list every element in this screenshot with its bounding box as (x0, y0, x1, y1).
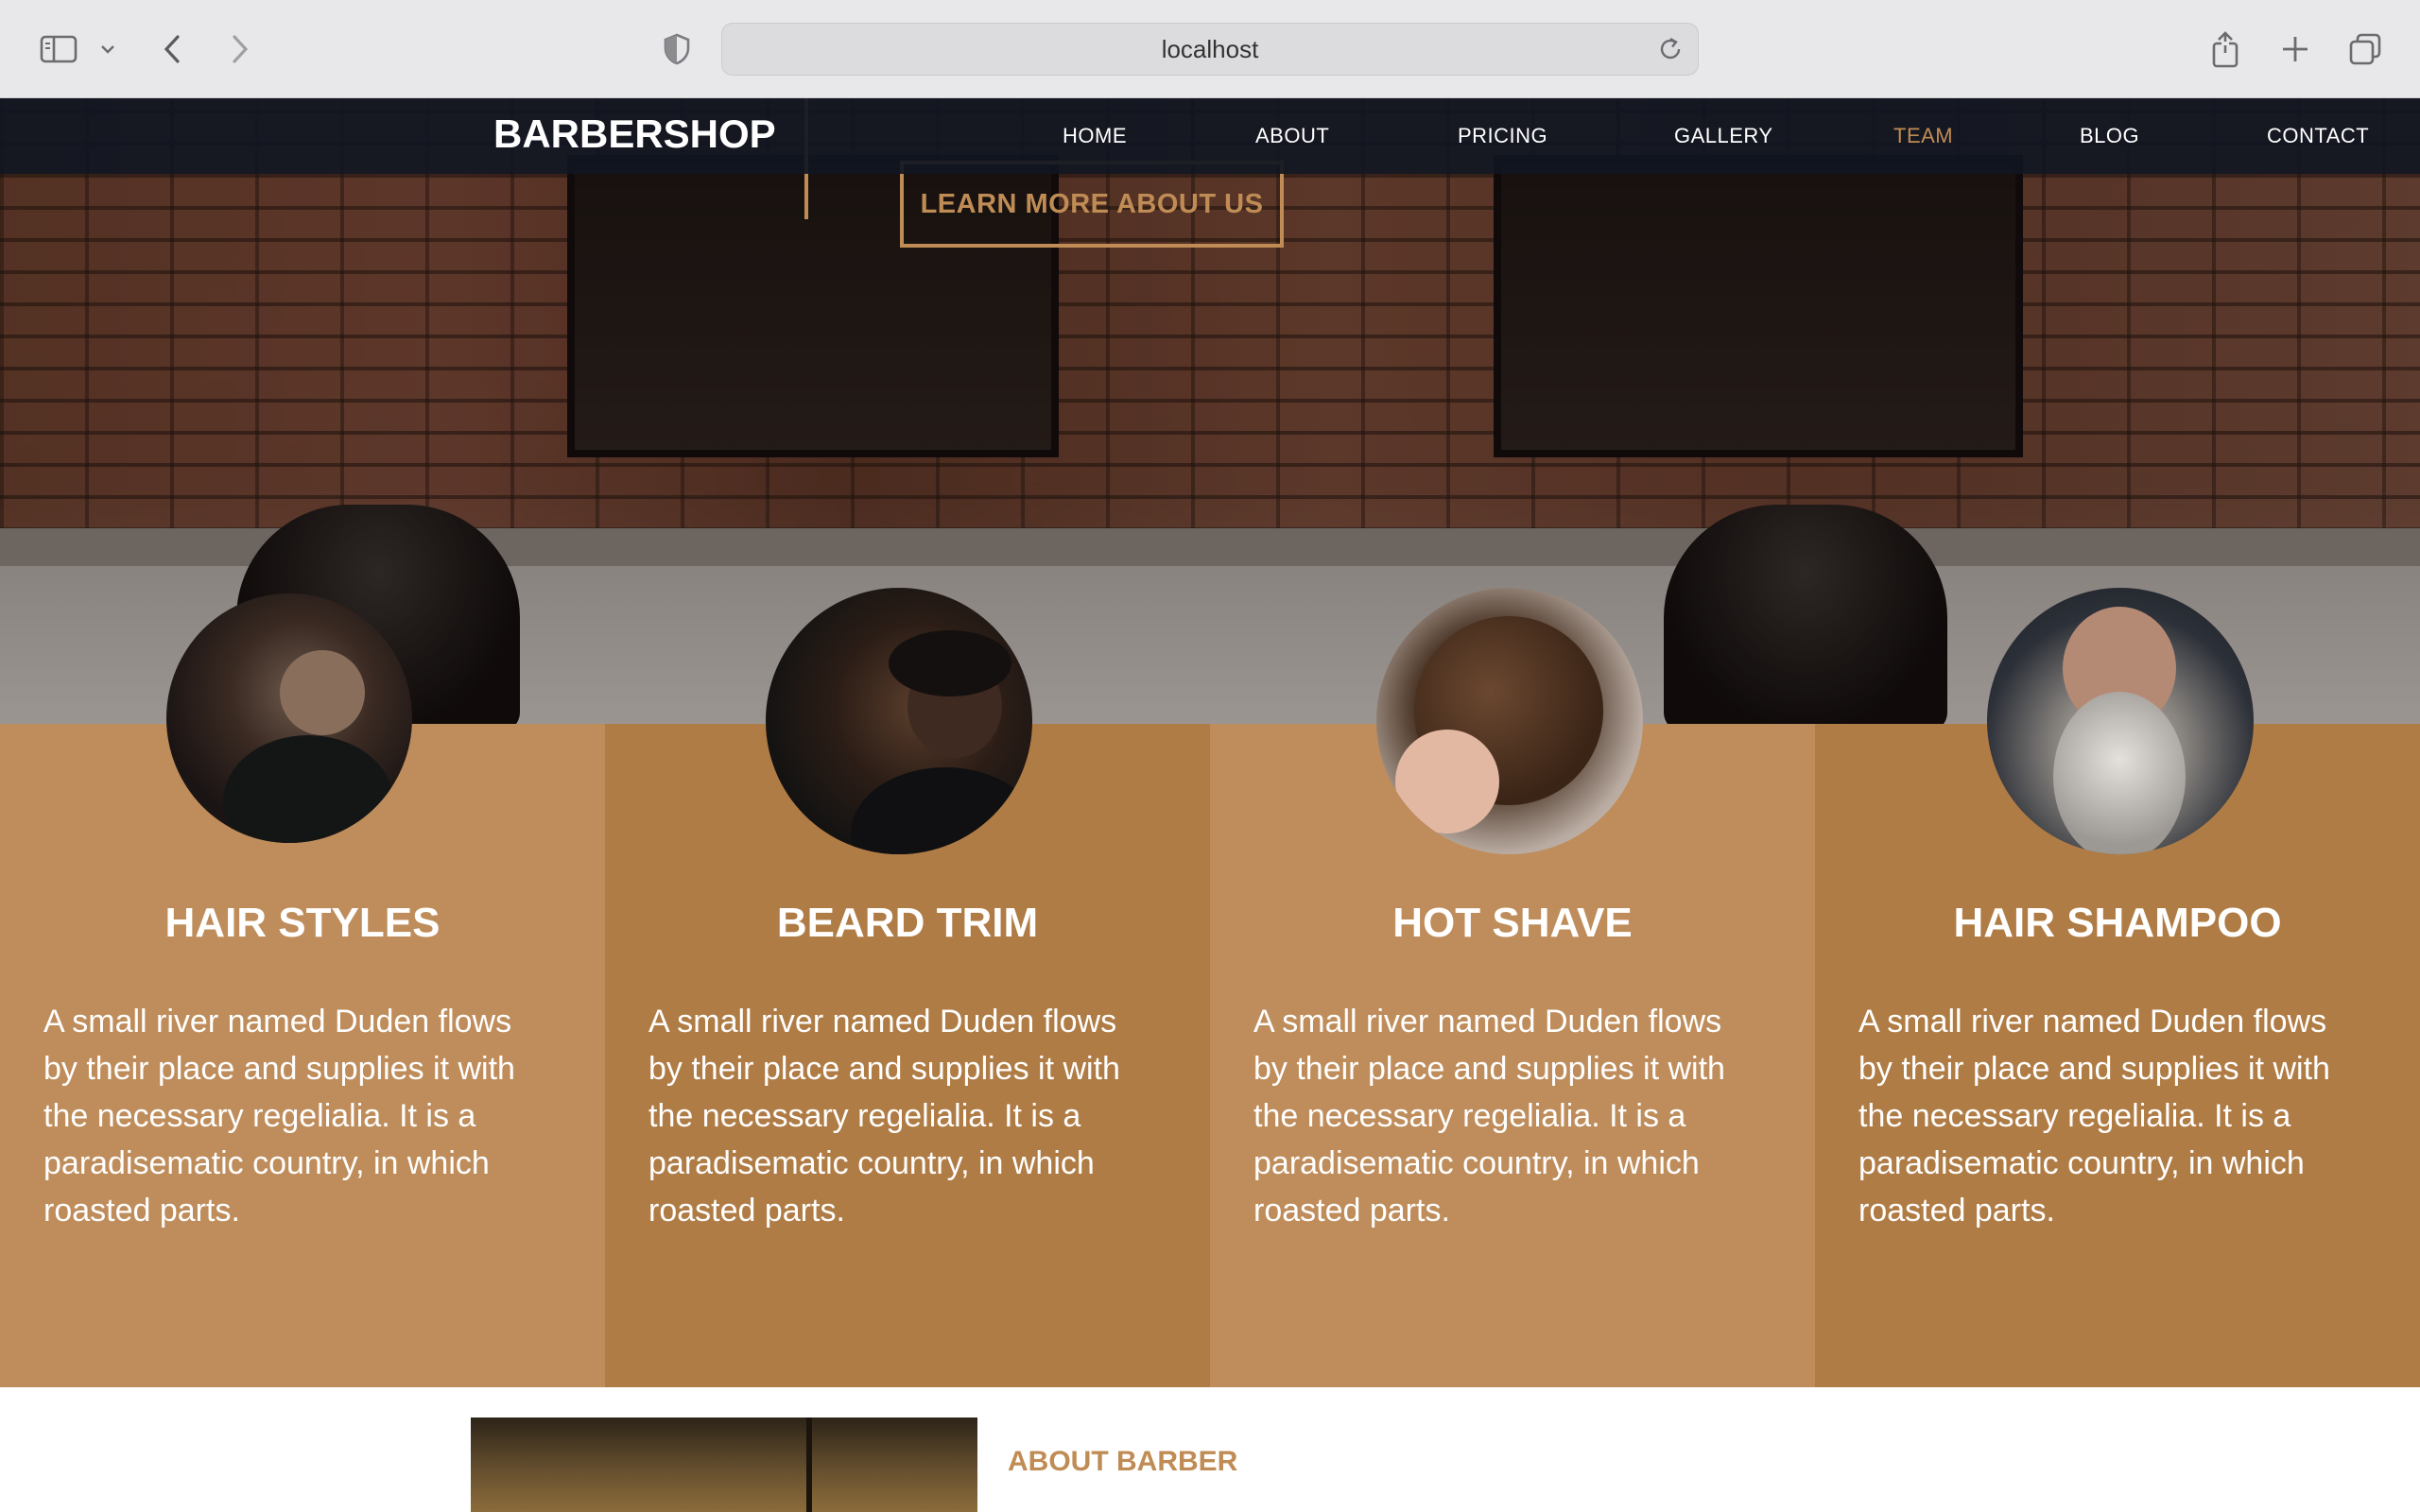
hair-shampoo-photo (1987, 588, 2254, 854)
nav-home[interactable]: HOME (1063, 98, 1127, 174)
service-description: A small river named Duden flows by their… (43, 1004, 515, 1228)
nav-pricing[interactable]: PRICING (1458, 98, 1547, 174)
about-image-detail (806, 1418, 812, 1512)
service-description: A small river named Duden flows by their… (648, 1004, 1120, 1228)
privacy-shield-icon[interactable] (658, 23, 696, 76)
nav-about[interactable]: ABOUT (1255, 98, 1329, 174)
tab-overview-icon[interactable] (2346, 23, 2384, 76)
cape-shape (851, 767, 1032, 854)
back-icon[interactable] (155, 23, 189, 76)
service-description: A small river named Duden flows by their… (1858, 1004, 2330, 1228)
hair-styles-photo (166, 593, 412, 843)
cape-shape (223, 735, 393, 843)
address-bar-url: localhost (1161, 34, 1259, 63)
reload-icon[interactable] (1656, 35, 1685, 68)
hand-shape (1395, 730, 1499, 833)
service-title: HAIR SHAMPOO (1953, 900, 2282, 946)
chevron-down-icon[interactable] (95, 23, 121, 76)
nav-blog[interactable]: BLOG (2080, 98, 2139, 174)
service-title: HOT SHAVE (1392, 900, 1633, 946)
face-shape (280, 650, 365, 735)
nav-gallery[interactable]: GALLERY (1674, 98, 1773, 174)
service-title: BEARD TRIM (776, 900, 1039, 946)
new-tab-icon[interactable] (2276, 23, 2314, 76)
about-image (471, 1418, 977, 1512)
nav-team[interactable]: TEAM (1893, 98, 1953, 174)
beard-shape (2053, 692, 2186, 854)
service-title: HAIR STYLES (164, 900, 441, 946)
hot-shave-photo (1376, 588, 1643, 854)
site-navbar: BARBERSHOP HOME ABOUT PRICING GALLERY TE… (0, 98, 2420, 174)
site-logo[interactable]: BARBERSHOP (493, 112, 776, 157)
hair-shape (889, 630, 1011, 696)
share-icon[interactable] (2206, 23, 2244, 76)
about-heading: ABOUT BARBER (1008, 1446, 1238, 1477)
sidebar-toggle-icon[interactable] (36, 23, 81, 76)
beard-trim-photo (766, 588, 1032, 854)
address-bar[interactable]: localhost (721, 23, 1699, 76)
service-description: A small river named Duden flows by their… (1253, 1004, 1725, 1228)
browser-toolbar: localhost (0, 0, 2420, 98)
forward-icon[interactable] (223, 23, 257, 76)
nav-contact[interactable]: CONTACT (2267, 98, 2369, 174)
